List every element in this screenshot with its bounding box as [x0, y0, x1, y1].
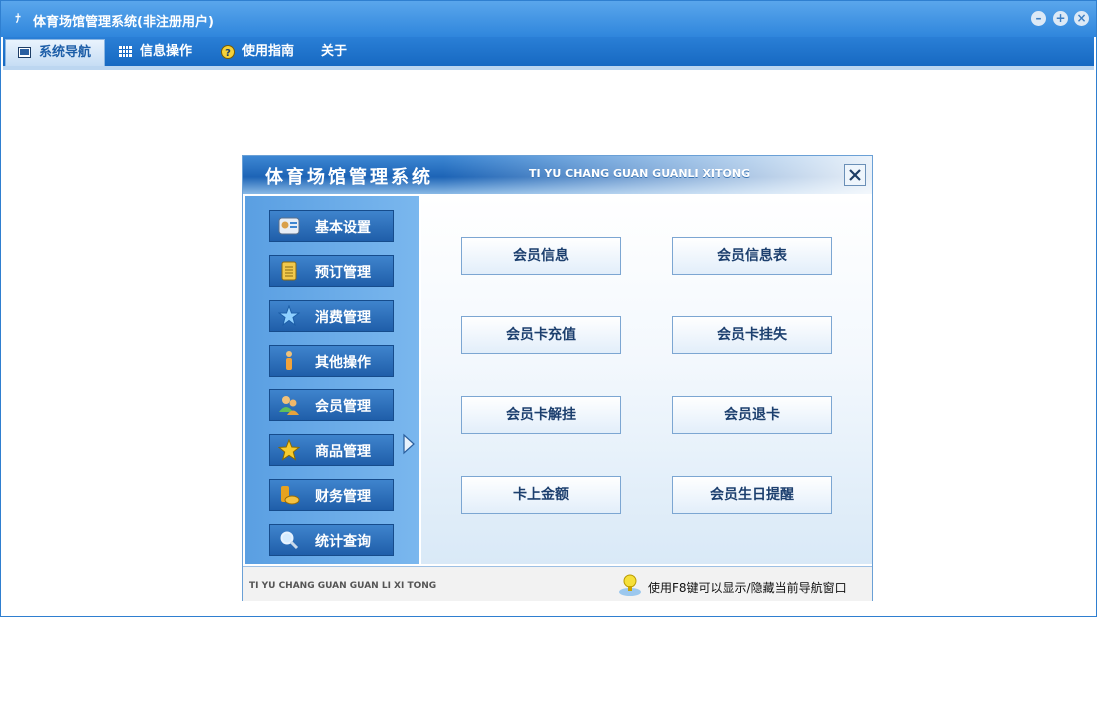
person-info-icon [286, 351, 292, 370]
contacts-icon [278, 217, 300, 235]
footer-hint-text: 使用F8键可以显示/隐藏当前导航窗口 [648, 581, 847, 595]
birthday-reminder-button[interactable]: 会员生日提醒 [672, 476, 832, 514]
navigation-dialog: 体育场馆管理系统 TI YU CHANG GUAN GUANLI XITONG … [242, 155, 873, 601]
minimize-button[interactable]: – [1031, 11, 1046, 26]
close-icon: × [1076, 11, 1087, 25]
lightbulb-icon [619, 574, 641, 596]
menu-bar: 系统导航 信息操作 ? 使用指南 关于 [3, 37, 1094, 66]
card-recharge-button[interactable]: 会员卡充值 [461, 316, 621, 354]
dialog-subtitle: TI YU CHANG GUAN GUANLI XITONG [529, 167, 751, 180]
grid-icon [119, 46, 132, 57]
sidebar-item-finance-management[interactable]: 财务管理 [269, 479, 394, 511]
maximize-button[interactable]: + [1053, 11, 1068, 26]
sidebar-item-consumption-management[interactable]: 消费管理 [269, 300, 394, 332]
star-burst-icon [278, 305, 300, 327]
tab-user-guide[interactable]: ? 使用指南 [209, 39, 307, 66]
menu-underline [3, 66, 1094, 70]
sidebar-item-booking-management[interactable]: 预订管理 [269, 255, 394, 287]
sidebar-item-other-operations[interactable]: 其他操作 [269, 345, 394, 377]
dialog-title: 体育场馆管理系统 [265, 167, 433, 188]
minimize-icon: – [1035, 11, 1042, 25]
document-icon [281, 261, 297, 281]
dialog-header: 体育场馆管理系统 TI YU CHANG GUAN GUANLI XITONG [243, 156, 872, 194]
tab-system-navigation[interactable]: 系统导航 [5, 39, 105, 66]
close-icon [849, 169, 861, 181]
star-icon [278, 439, 300, 461]
app-logo-icon: ﾅ [15, 12, 21, 25]
tab-about[interactable]: 关于 [309, 39, 361, 66]
member-info-table-button[interactable]: 会员信息表 [672, 237, 832, 275]
coins-icon [281, 486, 300, 505]
card-report-loss-button[interactable]: 会员卡挂失 [672, 316, 832, 354]
help-icon: ? [221, 45, 235, 59]
sidebar-item-statistics-query[interactable]: 统计查询 [269, 524, 394, 556]
sidebar-item-basic-settings[interactable]: 基本设置 [269, 210, 394, 242]
member-actions-panel: 会员信息 会员信息表 会员卡充值 会员卡挂失 会员卡解挂 会员退卡 卡上金额 会… [421, 196, 872, 564]
dialog-footer: TI YU CHANG GUAN GUAN LI XI TONG 使用F8键可以… [243, 566, 872, 601]
window-title: 体育场馆管理系统(非注册用户) [33, 15, 214, 30]
footer-brand-text: TI YU CHANG GUAN GUAN LI XI TONG [249, 581, 437, 591]
sidebar-item-member-management[interactable]: 会员管理 [269, 389, 394, 421]
sidebar-item-product-management[interactable]: 商品管理 [269, 434, 394, 466]
member-info-button[interactable]: 会员信息 [461, 237, 621, 275]
card-cancel-loss-button[interactable]: 会员卡解挂 [461, 396, 621, 434]
users-icon [279, 396, 299, 415]
title-bar: ﾅ 体育场馆管理系统(非注册用户) – + × [1, 1, 1096, 37]
card-balance-button[interactable]: 卡上金额 [461, 476, 621, 514]
close-button[interactable]: × [1074, 11, 1089, 26]
tab-info-operations[interactable]: 信息操作 [107, 39, 207, 66]
dialog-close-button[interactable] [844, 164, 866, 186]
magnifier-icon [280, 531, 299, 550]
svg-text:?: ? [225, 48, 231, 59]
maximize-icon: + [1055, 11, 1066, 25]
monitor-icon [18, 47, 31, 58]
module-sidebar: 基本设置 预订管理 消费管理 其他操作 会员管理 商品管理 财务管理 统计查询 [245, 196, 419, 564]
member-return-card-button[interactable]: 会员退卡 [672, 396, 832, 434]
chevron-right-icon [403, 433, 415, 455]
